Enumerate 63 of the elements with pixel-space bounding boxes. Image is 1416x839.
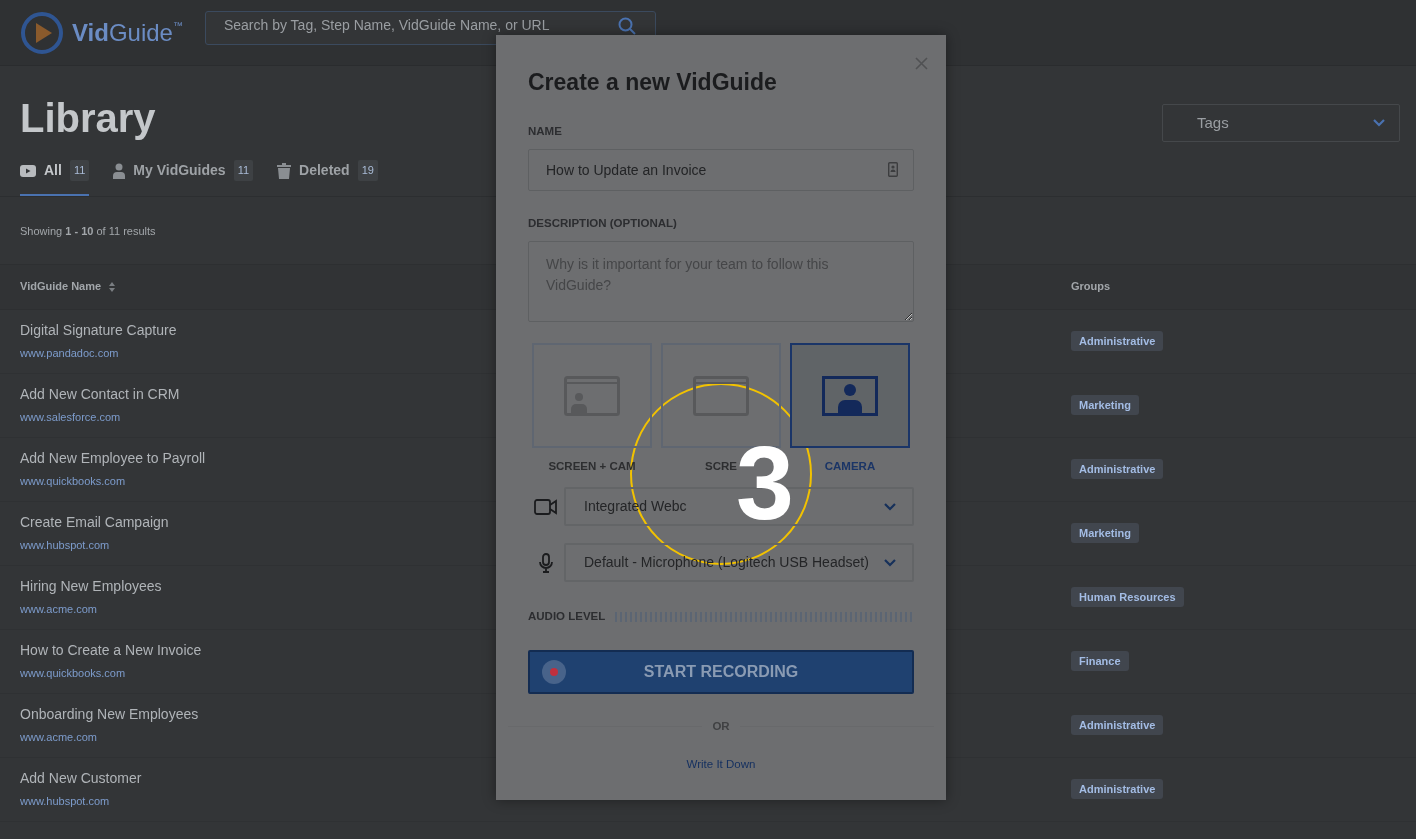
start-recording-button[interactable]: START RECORDING bbox=[528, 649, 914, 694]
vidguide-url: www.salesforce.com bbox=[20, 410, 121, 426]
logo-icon bbox=[20, 10, 64, 55]
group-tag: Administrative bbox=[1071, 458, 1164, 480]
group-tag: Administrative bbox=[1071, 714, 1164, 736]
vidguide-name[interactable]: How to Create a New Invoice bbox=[20, 640, 202, 662]
vidguide-name[interactable]: Onboarding New Employees bbox=[20, 704, 199, 726]
tags-dropdown[interactable]: Tags bbox=[1162, 104, 1400, 142]
column-header: Groups bbox=[1071, 279, 1111, 295]
video-icon bbox=[20, 164, 36, 177]
mode-option[interactable] bbox=[790, 343, 910, 449]
group-tag: Finance bbox=[1071, 650, 1129, 672]
trash-icon bbox=[277, 162, 292, 179]
close-icon bbox=[915, 57, 928, 71]
mode-label: CAMERA bbox=[823, 459, 877, 475]
vidguide-name[interactable]: Add New Contact in CRM bbox=[20, 384, 180, 406]
group-tag: Administrative bbox=[1071, 330, 1164, 352]
chevron-down-icon bbox=[884, 502, 896, 511]
microphone-icon bbox=[539, 552, 553, 573]
person-icon bbox=[113, 162, 126, 179]
vidguide-name[interactable]: Create Email Campaign bbox=[20, 512, 169, 534]
vidguide-name[interactable]: Add New Customer bbox=[20, 768, 142, 790]
count-badge: 19 bbox=[357, 160, 378, 181]
person-frame-icon bbox=[822, 375, 878, 416]
tab[interactable]: All 11 bbox=[20, 160, 90, 196]
chevron-down-icon bbox=[1373, 119, 1385, 127]
field-label: DESCRIPTION (OPTIONAL) bbox=[528, 215, 678, 231]
group-tag: Marketing bbox=[1071, 522, 1139, 544]
vidguide-url: www.quickbooks.com bbox=[20, 666, 126, 682]
group-tag: Human Resources bbox=[1071, 586, 1184, 608]
vidguide-name[interactable]: Add New Employee to Payroll bbox=[20, 448, 206, 470]
logo-text: VidGuide$^{™}$ bbox=[72, 17, 183, 48]
vidguide-url: www.acme.com bbox=[20, 602, 98, 618]
device-dropdown[interactable]: Default - Microphone (Logitech USB Headset) bbox=[564, 543, 914, 583]
count-badge: 11 bbox=[233, 160, 254, 181]
count-badge: 11 bbox=[69, 160, 90, 181]
audio-level-label: AUDIO LEVEL bbox=[528, 609, 606, 625]
vidguide-url: www.hubspot.com bbox=[20, 794, 110, 810]
browser-window-icon bbox=[693, 375, 749, 416]
page-title: Library bbox=[20, 95, 156, 142]
vidguide-name[interactable]: Digital Signature Capture bbox=[20, 320, 177, 342]
column-header[interactable]: VidGuide Name bbox=[20, 278, 102, 295]
chevron-down-icon bbox=[884, 558, 896, 567]
group-tag: Administrative bbox=[1071, 778, 1164, 800]
tab[interactable]: Deleted 19 bbox=[277, 160, 378, 196]
sort-icon bbox=[109, 281, 116, 292]
modal-title: Create a new VidGuide bbox=[528, 69, 778, 97]
tab[interactable]: My VidGuides 11 bbox=[113, 160, 254, 196]
record-icon bbox=[542, 659, 566, 684]
field-label: NAME bbox=[528, 123, 563, 139]
vidguide-url: www.pandadoc.com bbox=[20, 346, 119, 362]
contact-card-icon bbox=[888, 161, 898, 177]
results-summary: Showing 1 - 10 of 11 results bbox=[20, 224, 156, 239]
vidguide-name[interactable]: Hiring New Employees bbox=[20, 576, 162, 598]
group-tag: Marketing bbox=[1071, 394, 1139, 416]
vidguide-url: www.quickbooks.com bbox=[20, 474, 126, 490]
vidguide-url: www.hubspot.com bbox=[20, 538, 110, 554]
mode-option[interactable] bbox=[532, 343, 652, 449]
video-camera-icon bbox=[534, 498, 558, 515]
mode-label: SCRE bbox=[704, 459, 738, 475]
vidguide-url: www.acme.com bbox=[20, 730, 98, 746]
name-field[interactable]: How to Update an Invoice bbox=[528, 148, 914, 191]
search-icon bbox=[617, 17, 636, 35]
